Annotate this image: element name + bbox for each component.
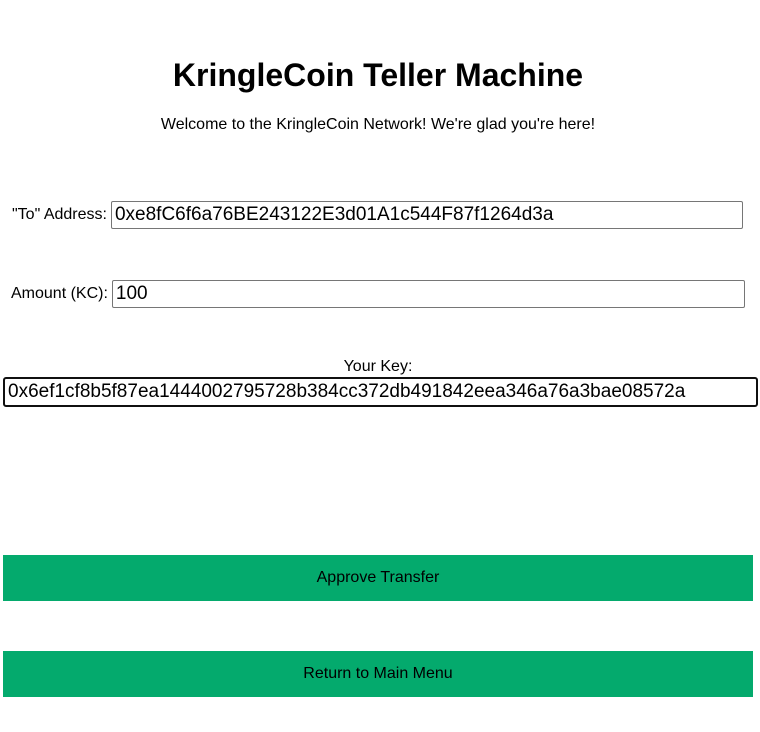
approve-transfer-button[interactable]: Approve Transfer (3, 555, 753, 601)
key-label: Your Key: (343, 358, 413, 375)
key-input[interactable] (3, 377, 758, 407)
to-address-label: "To" Address: (12, 206, 107, 223)
page-title: KringleCoin Teller Machine (172, 57, 584, 93)
amount-label: Amount (KC): (11, 285, 108, 302)
to-address-row: "To" Address: (12, 201, 743, 229)
return-main-menu-button[interactable]: Return to Main Menu (3, 651, 753, 697)
amount-input[interactable] (111, 280, 745, 308)
welcome-message: Welcome to the KringleCoin Network! We'r… (160, 116, 596, 133)
to-address-input[interactable] (110, 201, 743, 229)
amount-row: Amount (KC): (11, 280, 745, 308)
